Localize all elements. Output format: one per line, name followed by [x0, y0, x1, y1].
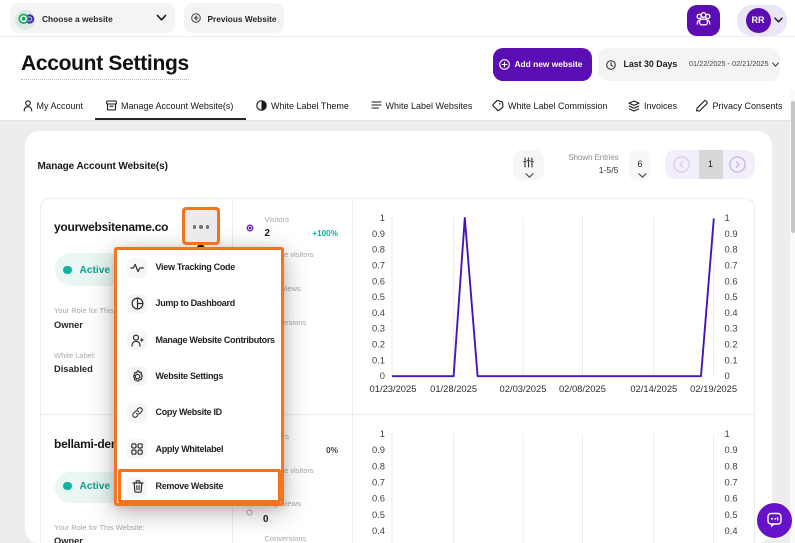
- svg-text:1: 1: [725, 428, 730, 439]
- svg-text:0.7: 0.7: [372, 260, 385, 271]
- svg-text:0.5: 0.5: [372, 509, 385, 520]
- svg-text:0.7: 0.7: [725, 260, 738, 271]
- svg-text:0.3: 0.3: [725, 323, 738, 334]
- svg-text:0.5: 0.5: [725, 509, 738, 520]
- svg-text:0.8: 0.8: [725, 460, 738, 471]
- svg-text:0.2: 0.2: [725, 339, 738, 350]
- svg-text:0.6: 0.6: [725, 493, 738, 504]
- svg-text:0.7: 0.7: [372, 477, 385, 488]
- svg-text:0.1: 0.1: [725, 354, 738, 365]
- svg-text:0.8: 0.8: [372, 244, 385, 255]
- svg-text:0.6: 0.6: [372, 275, 385, 286]
- svg-text:0.2: 0.2: [372, 339, 385, 350]
- svg-text:0.9: 0.9: [725, 228, 738, 239]
- svg-text:02/03/2025: 02/03/2025: [500, 383, 547, 394]
- svg-text:0: 0: [380, 370, 385, 381]
- svg-text:02/14/2025: 02/14/2025: [630, 383, 677, 394]
- svg-text:0.3: 0.3: [372, 323, 385, 334]
- svg-text:0: 0: [725, 370, 730, 381]
- svg-text:0.9: 0.9: [725, 444, 738, 455]
- svg-text:0.4: 0.4: [725, 525, 738, 536]
- svg-text:0.9: 0.9: [372, 444, 385, 455]
- svg-text:1: 1: [725, 212, 730, 223]
- svg-text:0.8: 0.8: [725, 244, 738, 255]
- svg-text:0.6: 0.6: [725, 275, 738, 286]
- svg-text:1: 1: [380, 428, 385, 439]
- svg-text:0.4: 0.4: [725, 307, 738, 318]
- svg-text:01/23/2025: 01/23/2025: [370, 383, 417, 394]
- svg-text:0.9: 0.9: [372, 228, 385, 239]
- svg-text:01/28/2025: 01/28/2025: [430, 383, 477, 394]
- svg-text:0.6: 0.6: [372, 493, 385, 504]
- svg-text:0.1: 0.1: [372, 354, 385, 365]
- svg-text:1: 1: [380, 212, 385, 223]
- svg-text:02/19/2025: 02/19/2025: [690, 383, 737, 394]
- svg-text:0.7: 0.7: [725, 477, 738, 488]
- svg-text:0.5: 0.5: [372, 291, 385, 302]
- svg-text:0.8: 0.8: [372, 460, 385, 471]
- svg-text:0.4: 0.4: [372, 525, 385, 536]
- svg-text:0.5: 0.5: [725, 291, 738, 302]
- svg-text:02/08/2025: 02/08/2025: [559, 383, 606, 394]
- svg-text:0.4: 0.4: [372, 307, 385, 318]
